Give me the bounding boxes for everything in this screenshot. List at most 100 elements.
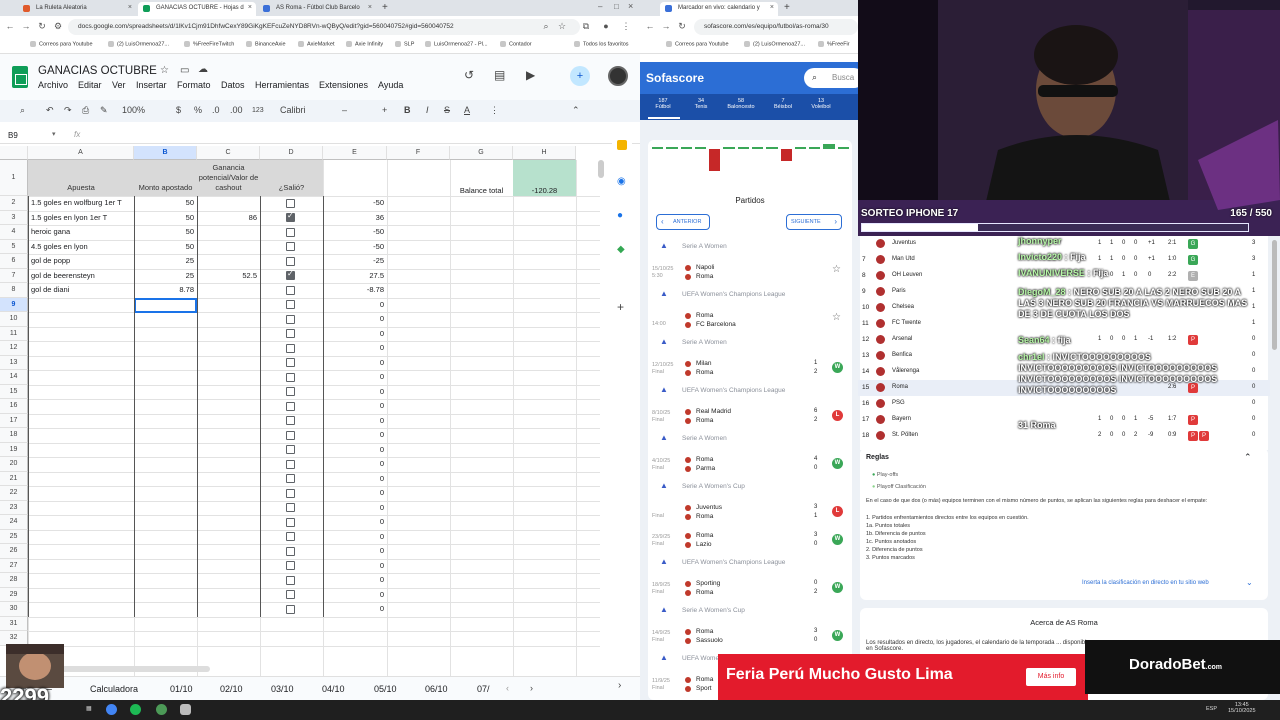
row-header[interactable]: 19 (0, 442, 28, 457)
spotify-icon[interactable] (130, 704, 141, 715)
collapse-toolbar-icon[interactable]: ⌃ (572, 105, 580, 116)
menu-herramientas[interactable]: Herramientas (255, 80, 309, 90)
result-cell[interactable]: -50 (323, 240, 387, 254)
column-header[interactable]: B (134, 146, 197, 160)
column-header[interactable]: C (197, 146, 260, 160)
favorite-star-icon[interactable]: ☆ (832, 312, 841, 323)
won-checkbox[interactable] (286, 242, 295, 251)
close-icon[interactable]: × (128, 2, 132, 14)
chevron-down-icon[interactable]: ▾ (52, 130, 56, 138)
row-header[interactable]: 15 (0, 384, 28, 399)
row-header[interactable]: 14 (0, 370, 28, 385)
won-checkbox[interactable] (286, 198, 295, 208)
new-tab-icon[interactable]: + (784, 2, 790, 13)
league-row[interactable]: ▲ UEFA Women's Champions League (648, 288, 848, 302)
bet-cell[interactable]: gol de diani (28, 283, 134, 297)
language-indicator[interactable]: ESP (1206, 706, 1217, 712)
bookmark[interactable]: Correos para Youtube (666, 41, 729, 47)
stake-cell[interactable]: 25 (134, 254, 197, 268)
won-checkbox[interactable] (286, 416, 295, 425)
row-header[interactable]: 16 (0, 399, 28, 414)
column-header[interactable]: H (513, 146, 576, 160)
league-row[interactable]: ▲ Serie A Women (648, 432, 848, 446)
menu-ver[interactable]: Ver (112, 80, 126, 90)
url-field[interactable]: docs.google.com/spreadsheets/d/1lKv1Cjm9… (68, 19, 580, 35)
balance-total-value[interactable]: -120.28 (513, 160, 576, 196)
stake-cell[interactable]: 50 (134, 225, 197, 239)
bet-cell[interactable]: 1.5 goles en lyon 1er T (28, 211, 134, 225)
increase-font-icon[interactable]: + (382, 105, 387, 115)
scroll-tabs-left-icon[interactable]: ‹ (506, 683, 509, 693)
header-cell[interactable]: Monto apostado (134, 160, 197, 196)
bookmark[interactable]: Contador (500, 41, 532, 47)
stake-cell[interactable]: 25 (134, 269, 197, 283)
won-checkbox[interactable] (286, 474, 295, 483)
clock[interactable]: 13:45 15/10/2025 (1228, 702, 1256, 714)
header-cell[interactable]: Apuesta (28, 160, 134, 196)
document-title[interactable]: GANACIAS OCTUBRE (38, 65, 157, 77)
sheet-tab[interactable]: 02/10 (220, 684, 243, 694)
profile-icon[interactable]: ● (600, 21, 612, 31)
payout-cell[interactable]: 52.5 (197, 269, 260, 283)
menu-extensiones[interactable]: Extensiones (319, 80, 368, 90)
result-cell[interactable]: 0 (323, 559, 387, 573)
result-cell[interactable]: 0 (323, 414, 387, 428)
number-format-button[interactable]: 123 (252, 107, 264, 114)
star-icon[interactable]: ☆ (160, 65, 169, 76)
won-checkbox[interactable] (286, 314, 295, 324)
league-row[interactable]: ▲ Serie A Women (648, 240, 848, 254)
menu-archivo[interactable]: Archivo (38, 80, 68, 90)
sheet-tab[interactable]: 03/10 (271, 684, 294, 694)
bet-cell[interactable]: 1.5 goles en wolfburg 1er T (28, 196, 134, 210)
row-header[interactable]: 18 (0, 428, 28, 443)
paint-format-icon[interactable]: ✎ (100, 105, 108, 116)
row-header[interactable]: 25 (0, 529, 28, 544)
result-cell[interactable]: 0 (323, 399, 387, 413)
bookmark[interactable]: %FreeFir (818, 41, 850, 47)
keep-icon[interactable] (617, 140, 627, 150)
row-header[interactable]: 21 (0, 471, 28, 486)
result-cell[interactable]: 0 (323, 530, 387, 544)
minimize-icon[interactable]: – (598, 2, 602, 11)
result-cell[interactable]: 0 (323, 457, 387, 471)
won-checkbox[interactable] (286, 269, 295, 280)
tab-sheets[interactable]: GANACIAS OCTUBRE - Hojas d × (138, 2, 256, 16)
next-button[interactable]: SIGUIENTE › (786, 214, 842, 230)
bookmark[interactable]: AxieMarket (298, 41, 335, 47)
row-header[interactable]: 13 (0, 355, 28, 370)
row-header[interactable]: 30 (0, 602, 28, 617)
result-cell[interactable]: 0 (323, 588, 387, 602)
result-cell[interactable]: 27.5 (323, 269, 387, 283)
result-cell[interactable]: 0 (323, 486, 387, 500)
new-tab-icon[interactable]: + (382, 2, 388, 13)
bookmark[interactable]: (2) LuisOrmenoa27... (108, 41, 169, 47)
payout-cell[interactable]: 86 (197, 211, 260, 225)
history-icon[interactable]: ↺ (464, 68, 474, 82)
won-checkbox[interactable] (286, 343, 295, 353)
search-input[interactable]: ⌕ Busca (804, 68, 864, 88)
result-cell[interactable]: 0 (323, 428, 387, 442)
won-checkbox[interactable] (286, 445, 295, 454)
sport-tab-tenis[interactable]: 34 Tenis (686, 98, 716, 110)
league-row[interactable]: ▲ UEFA Women's Champions League (648, 384, 848, 398)
extensions-icon[interactable]: ⚙ (52, 21, 64, 32)
tasks-icon[interactable]: ◉ (617, 176, 626, 187)
increase-decimals-button[interactable]: .00 (230, 105, 243, 115)
name-box[interactable]: B9 (8, 131, 18, 140)
bet-cell[interactable]: 4.5 goles en lyon (28, 240, 134, 254)
bookmark-star-icon[interactable]: ☆ (556, 21, 568, 32)
bookmark[interactable]: Correos para Youtube (30, 41, 93, 47)
sport-tab-baloncesto[interactable]: 58 Baloncesto (726, 98, 756, 110)
italic-button[interactable]: I (426, 105, 429, 115)
zoom-select[interactable]: 100% (122, 105, 145, 115)
sheet-tab[interactable]: 07/ (477, 684, 490, 694)
menu-formato[interactable]: Formato (177, 80, 211, 90)
result-cell[interactable]: -25 (323, 254, 387, 268)
won-checkbox[interactable] (286, 575, 295, 585)
won-checkbox[interactable] (286, 256, 295, 266)
avatar[interactable] (608, 66, 628, 86)
won-checkbox[interactable] (286, 503, 295, 512)
text-color-button[interactable]: A (464, 105, 470, 115)
maximize-icon[interactable]: □ (614, 2, 619, 11)
row-header[interactable]: 1 (0, 160, 28, 196)
